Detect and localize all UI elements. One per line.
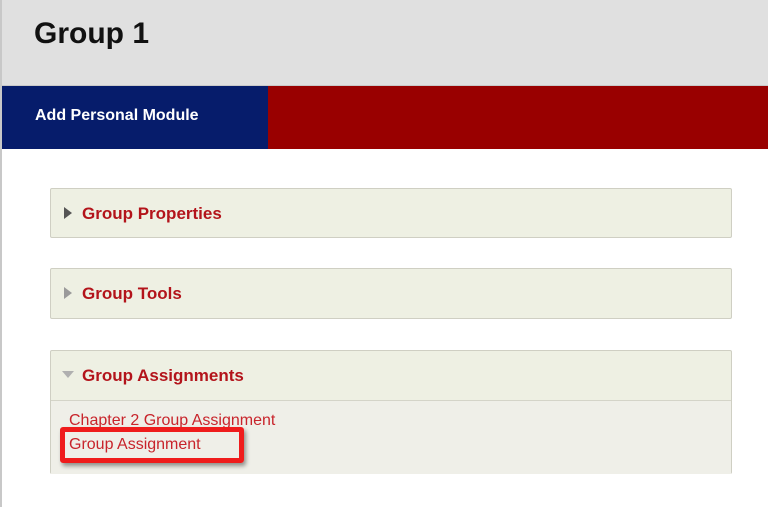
triangle-right-icon — [64, 207, 72, 219]
module-header-group-properties[interactable]: Group Properties — [51, 189, 731, 237]
highlight-box — [60, 427, 244, 463]
add-personal-module-tab[interactable]: Add Personal Module — [2, 86, 268, 149]
module-header-group-tools[interactable]: Group Tools — [51, 269, 731, 317]
nav-bar: Add Personal Module — [2, 86, 768, 149]
page-header: Group 1 — [2, 0, 768, 86]
module-header-group-assignments[interactable]: Group Assignments — [51, 351, 731, 401]
module-group-properties: Group Properties — [50, 188, 732, 238]
triangle-down-icon — [62, 371, 74, 378]
module-title: Group Tools — [82, 284, 182, 303]
add-personal-module-label: Add Personal Module — [35, 107, 199, 124]
page-title: Group 1 — [34, 17, 150, 50]
triangle-right-icon — [64, 287, 72, 299]
module-title: Group Properties — [82, 204, 222, 223]
module-title: Group Assignments — [82, 366, 244, 385]
module-group-tools: Group Tools — [50, 268, 732, 319]
